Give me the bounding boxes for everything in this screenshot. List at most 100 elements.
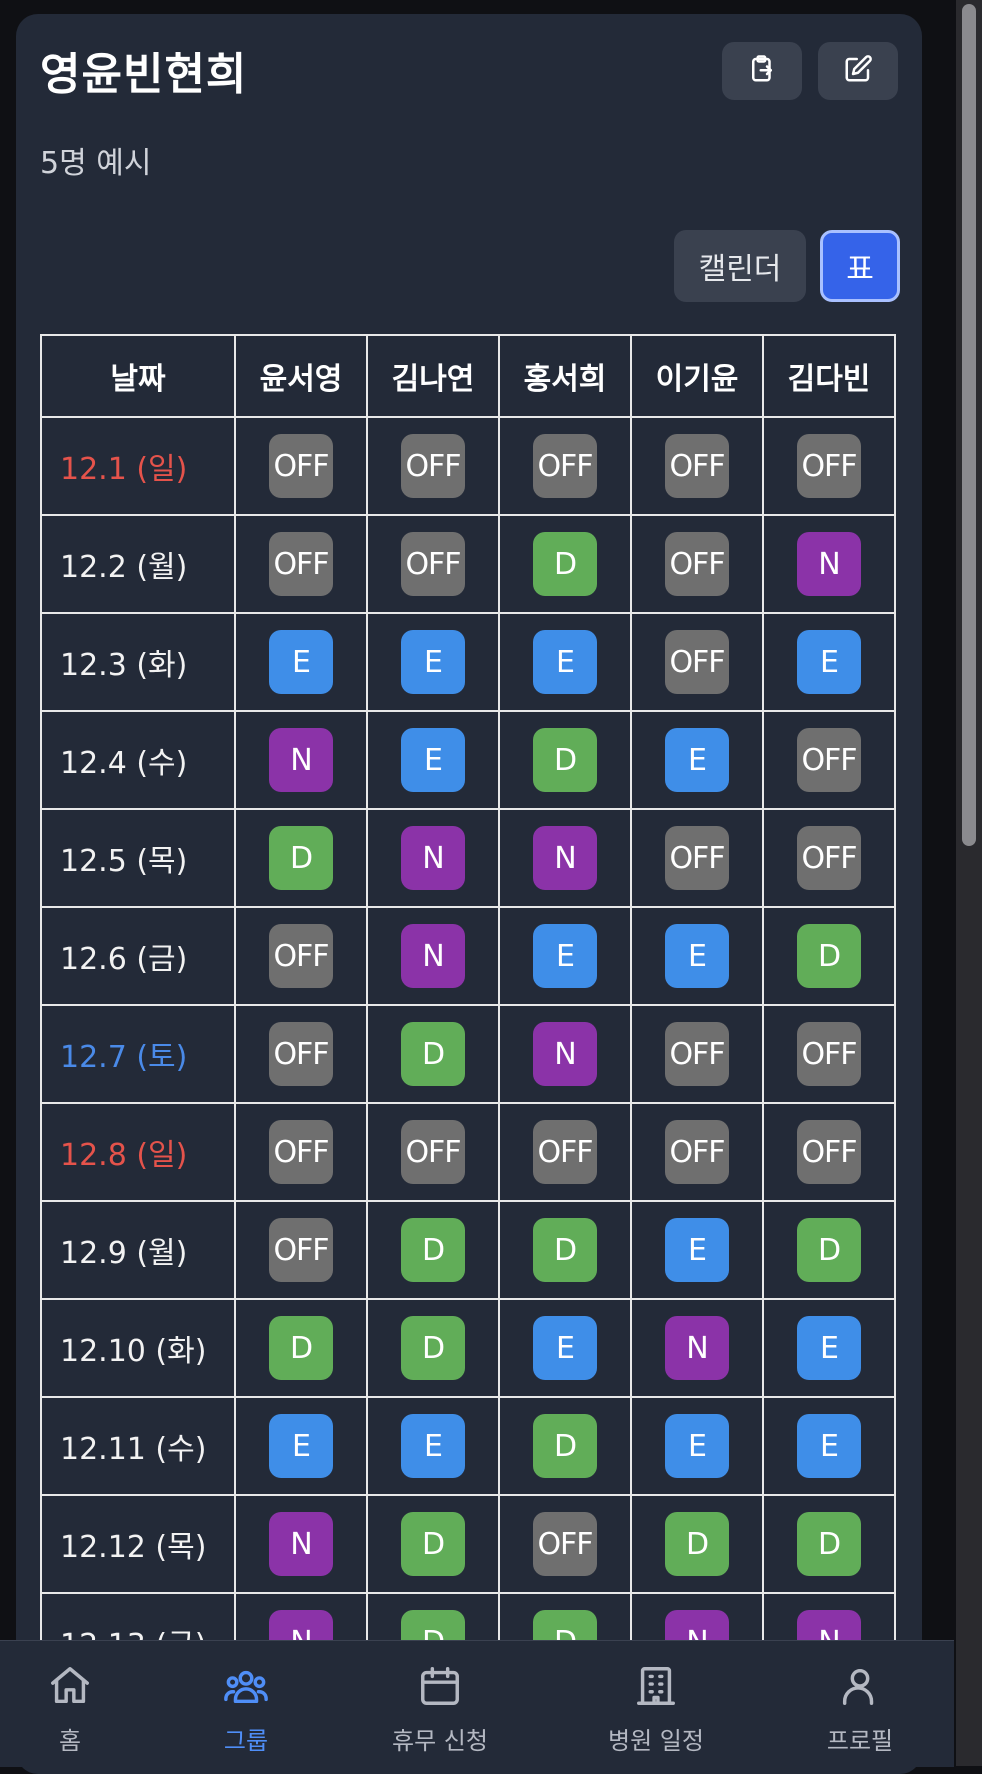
shift-cell[interactable]: N <box>234 710 368 810</box>
table-view-button[interactable]: 표 <box>820 230 900 302</box>
shift-cell[interactable]: OFF <box>630 416 764 516</box>
shift-cell[interactable]: E <box>366 612 500 712</box>
shift-cell[interactable]: N <box>762 514 896 614</box>
shift-cell[interactable]: OFF <box>366 416 500 516</box>
nav-item-group[interactable]: 그룹 <box>204 1641 288 1767</box>
shift-cell[interactable]: OFF <box>366 1102 500 1202</box>
table-row: 12.5 (목) D N N OFF OFF <box>40 808 896 908</box>
shift-cell[interactable]: OFF <box>234 1200 368 1300</box>
shift-cell[interactable]: N <box>366 906 500 1006</box>
shift-cell[interactable]: OFF <box>366 514 500 614</box>
shift-cell[interactable]: D <box>366 1298 500 1398</box>
shift-cell[interactable]: E <box>366 1396 500 1496</box>
shift-cell[interactable]: E <box>630 1200 764 1300</box>
shift-badge: OFF <box>269 1022 333 1086</box>
shift-cell[interactable]: D <box>366 1004 500 1104</box>
shift-cell[interactable]: D <box>498 1200 632 1300</box>
column-header-date: 날짜 <box>40 334 236 418</box>
shift-badge: E <box>401 1414 465 1478</box>
shift-badge: E <box>269 1414 333 1478</box>
shift-badge: OFF <box>797 826 861 890</box>
column-header-person: 김다빈 <box>762 334 896 418</box>
profile-icon <box>837 1641 883 1713</box>
edit-button[interactable] <box>818 42 898 100</box>
nav-label-hospital-schedule: 병원 일정 <box>608 1727 704 1755</box>
shift-cell[interactable]: E <box>630 1396 764 1496</box>
home-icon <box>47 1641 93 1713</box>
table-row: 12.10 (화) D D E N E <box>40 1298 896 1398</box>
shift-cell[interactable]: E <box>630 710 764 810</box>
shift-cell[interactable]: N <box>498 1004 632 1104</box>
shift-cell[interactable]: D <box>234 808 368 908</box>
edit-icon <box>843 54 873 88</box>
shift-cell[interactable]: E <box>498 906 632 1006</box>
shift-cell[interactable]: E <box>234 1396 368 1496</box>
shift-cell[interactable]: OFF <box>498 1102 632 1202</box>
column-header-person: 윤서영 <box>234 334 368 418</box>
shift-cell[interactable]: OFF <box>762 1102 896 1202</box>
shift-cell[interactable]: E <box>762 1396 896 1496</box>
shift-cell[interactable]: D <box>498 514 632 614</box>
date-cell: 12.4 (수) <box>40 710 236 810</box>
shift-cell[interactable]: OFF <box>762 416 896 516</box>
shift-cell[interactable]: N <box>630 1298 764 1398</box>
table-header-row: 날짜 윤서영 김나연 홍서희 이기윤 김다빈 <box>40 334 896 418</box>
shift-cell[interactable]: N <box>234 1494 368 1594</box>
shift-badge: OFF <box>269 532 333 596</box>
export-button[interactable] <box>722 42 802 100</box>
shift-cell[interactable]: OFF <box>762 710 896 810</box>
shift-badge: D <box>533 728 597 792</box>
shift-cell[interactable]: OFF <box>234 1004 368 1104</box>
table-row: 12.3 (화) E E E OFF E <box>40 612 896 712</box>
shift-cell[interactable]: D <box>630 1494 764 1594</box>
shift-cell[interactable]: D <box>366 1494 500 1594</box>
shift-cell[interactable]: E <box>630 906 764 1006</box>
shift-badge: E <box>401 728 465 792</box>
shift-cell[interactable]: OFF <box>762 808 896 908</box>
shift-badge: OFF <box>533 1512 597 1576</box>
shift-cell[interactable]: D <box>234 1298 368 1398</box>
shift-cell[interactable]: OFF <box>234 1102 368 1202</box>
nav-item-profile[interactable]: 프로필 <box>810 1641 910 1767</box>
table-row: 12.4 (수) N E D E OFF <box>40 710 896 810</box>
shift-cell[interactable]: D <box>762 906 896 1006</box>
shift-badge: OFF <box>797 434 861 498</box>
shift-cell[interactable]: OFF <box>762 1004 896 1104</box>
shift-cell[interactable]: D <box>762 1200 896 1300</box>
shift-cell[interactable]: E <box>498 1298 632 1398</box>
shift-badge: E <box>665 1414 729 1478</box>
nav-item-home[interactable]: 홈 <box>30 1641 110 1767</box>
shift-cell[interactable]: E <box>762 612 896 712</box>
shift-cell[interactable]: D <box>366 1200 500 1300</box>
shift-cell[interactable]: OFF <box>630 1102 764 1202</box>
shift-cell[interactable]: OFF <box>630 514 764 614</box>
table-row: 12.8 (일) OFF OFF OFF OFF OFF <box>40 1102 896 1202</box>
shift-cell[interactable]: OFF <box>234 906 368 1006</box>
shift-cell[interactable]: E <box>234 612 368 712</box>
shift-cell[interactable]: OFF <box>234 416 368 516</box>
shift-cell[interactable]: OFF <box>234 514 368 614</box>
shift-cell[interactable]: D <box>498 710 632 810</box>
scrollbar-thumb[interactable] <box>962 4 976 846</box>
shift-cell[interactable]: OFF <box>498 416 632 516</box>
nav-label-home: 홈 <box>58 1727 82 1755</box>
shift-badge: OFF <box>401 532 465 596</box>
nav-item-hospital-schedule[interactable]: 병원 일정 <box>596 1641 716 1767</box>
shift-cell[interactable]: E <box>366 710 500 810</box>
shift-cell[interactable]: N <box>498 808 632 908</box>
date-cell: 12.7 (토) <box>40 1004 236 1104</box>
group-icon <box>223 1641 269 1713</box>
shift-cell[interactable]: OFF <box>630 808 764 908</box>
shift-badge: D <box>401 1316 465 1380</box>
shift-cell[interactable]: D <box>762 1494 896 1594</box>
shift-cell[interactable]: E <box>498 612 632 712</box>
shift-cell[interactable]: OFF <box>630 1004 764 1104</box>
calendar-view-button[interactable]: 캘린더 <box>674 230 806 302</box>
shift-cell[interactable]: D <box>498 1396 632 1496</box>
nav-item-leave-request[interactable]: 휴무 신청 <box>380 1641 500 1767</box>
schedule-table-container: 날짜 윤서영 김나연 홍서희 이기윤 김다빈 12.1 (일) OFF OFF OFF… <box>40 334 896 1692</box>
shift-cell[interactable]: N <box>366 808 500 908</box>
shift-cell[interactable]: OFF <box>630 612 764 712</box>
shift-cell[interactable]: E <box>762 1298 896 1398</box>
shift-cell[interactable]: OFF <box>498 1494 632 1594</box>
